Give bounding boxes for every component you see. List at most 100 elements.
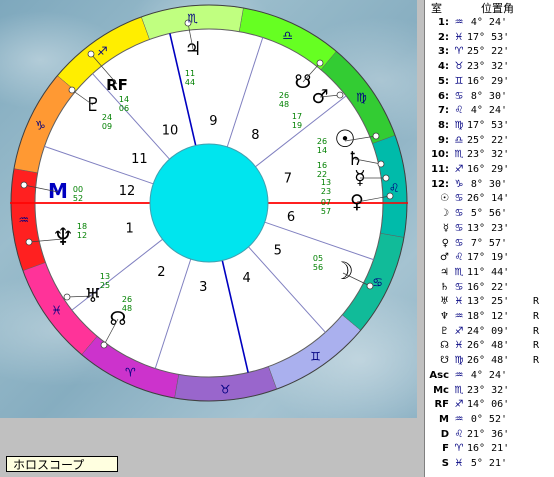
house-number: 12	[119, 184, 136, 199]
row-degree: 17° 53'	[467, 119, 510, 131]
position-row: ☋ ♍ 26° 48' R	[425, 355, 554, 366]
saturn-degree: 16	[317, 161, 327, 170]
mercury-degree: 13	[321, 178, 331, 187]
mars-marker	[336, 91, 344, 99]
part-of-fortune-degree: 14	[119, 95, 129, 104]
south-node-degree: 26	[279, 91, 289, 100]
row-degree: 8° 30'	[470, 178, 507, 190]
row-degree: 25° 22'	[467, 134, 510, 146]
position-row: S ♓ 5° 21'	[425, 458, 554, 469]
row-label: 9:	[438, 134, 449, 146]
position-row: 12: ♑ 8° 30'	[425, 179, 554, 190]
row-degree: 11° 44'	[467, 266, 510, 278]
south-node-marker	[316, 59, 324, 67]
row-label: ♆	[440, 311, 449, 322]
row-label: 1:	[438, 17, 449, 28]
virgo-icon: ♍	[356, 90, 367, 104]
horoscope-chart-area: 1 2 3 4 5 6 7 8 9 10 11 12 ☉ 26 14 ♄ 16 22 ☿ 13 23 ♀ 07 57 ☽ 05 5…	[0, 0, 417, 418]
house-number: 5	[274, 243, 282, 258]
row-degree: 23° 32'	[467, 149, 510, 161]
row-degree: 16° 22'	[467, 281, 510, 293]
position-row: Asc ♒ 4° 24'	[425, 370, 554, 381]
position-row: ♀ ♋ 7° 57'	[425, 238, 554, 249]
row-degree: 23° 32'	[467, 61, 510, 73]
row-sign-aquarius: ♒	[454, 17, 464, 28]
row-degree: 0° 52'	[470, 413, 507, 425]
venus-minute: 57	[321, 207, 331, 216]
row-sign-libra: ♎	[454, 134, 464, 146]
uranus-degree: 13	[100, 272, 110, 281]
row-label: ♄	[440, 281, 449, 293]
row-sign-scorpio: ♏	[454, 149, 464, 161]
row-label: M	[439, 413, 449, 425]
row-label: 10:	[431, 149, 449, 161]
row-sign-aries: ♈	[454, 46, 464, 58]
panel-header: 室 位置角	[425, 2, 554, 16]
north-node-marker	[100, 341, 108, 349]
neptune-icon: ♆	[52, 223, 74, 251]
row-sign-leo: ♌	[454, 428, 464, 440]
uranus-minute: 25	[100, 281, 110, 290]
uranus-marker	[63, 293, 71, 301]
row-degree: 26° 48'	[467, 355, 510, 367]
house-number: 4	[243, 271, 251, 286]
row-degree: 25° 22'	[467, 46, 510, 58]
capricorn-icon: ♑	[35, 118, 46, 132]
mercury-minute: 23	[321, 187, 331, 196]
scorpio-icon: ♏	[187, 12, 198, 26]
sun-degree: 26	[317, 137, 327, 146]
pluto-degree: 24	[102, 113, 112, 122]
position-row: RF ♐ 14° 06'	[425, 399, 554, 410]
row-degree: 4° 24'	[470, 17, 507, 28]
position-row: ♇ ♐ 24° 09' R	[425, 326, 554, 337]
row-sign-sagittarius: ♐	[454, 399, 464, 411]
position-row: 9: ♎ 25° 22'	[425, 135, 554, 146]
gemini-icon: ♊	[310, 349, 321, 363]
north-node-minute: 48	[122, 304, 132, 313]
sun-marker	[372, 132, 380, 140]
row-label: Asc	[429, 369, 449, 381]
aquarius-icon: ♒	[18, 213, 29, 227]
row-retrograde: R	[532, 325, 540, 337]
header-house: 室	[431, 2, 442, 15]
row-label: ♇	[440, 325, 449, 337]
row-label: 3:	[438, 46, 449, 58]
taurus-icon: ♉	[220, 382, 231, 396]
row-sign-scorpio: ♏	[454, 384, 464, 396]
row-label: ♅	[440, 296, 449, 308]
neptune-marker	[25, 238, 33, 246]
sun-minute: 14	[317, 146, 327, 155]
row-degree: 7° 57'	[470, 237, 507, 249]
jupiter-minute: 44	[185, 78, 195, 87]
row-sign-sagittarius: ♐	[454, 164, 464, 175]
position-row: D ♌ 21° 36'	[425, 429, 554, 440]
row-label: ♀	[441, 237, 449, 249]
row-degree: 4° 24'	[470, 369, 507, 381]
row-sign-gemini: ♊	[454, 75, 464, 87]
row-sign-pisces: ♓	[454, 296, 464, 308]
position-row: M ♒ 0° 52'	[425, 414, 554, 425]
row-sign-sagittarius: ♐	[454, 325, 464, 337]
house-number: 9	[209, 114, 217, 129]
row-label: 5:	[438, 75, 449, 87]
m-point-marker	[20, 181, 28, 189]
row-label: 7:	[438, 105, 449, 117]
moon-icon: ☽	[332, 257, 354, 285]
position-row: ♅ ♓ 13° 25' R	[425, 296, 554, 307]
position-row: 4: ♉ 23° 32'	[425, 61, 554, 72]
row-degree: 26° 48'	[467, 340, 510, 352]
south-node-minute: 48	[279, 100, 289, 109]
part-of-fortune-icon: RF	[106, 76, 128, 94]
row-sign-capricorn: ♑	[454, 178, 464, 190]
house-number: 6	[287, 210, 295, 225]
m-point-icon: M	[48, 179, 68, 203]
mars-minute: 19	[292, 121, 302, 130]
position-row: ♆ ♒ 18° 12' R	[425, 311, 554, 322]
house-number: 1	[125, 221, 133, 236]
row-retrograde: R	[532, 311, 540, 322]
position-row: 6: ♋ 8° 30'	[425, 91, 554, 102]
row-degree: 13° 25'	[467, 296, 510, 308]
north-node-degree: 26	[122, 295, 132, 304]
row-label: 4:	[438, 61, 449, 73]
row-label: ♃	[440, 266, 449, 278]
